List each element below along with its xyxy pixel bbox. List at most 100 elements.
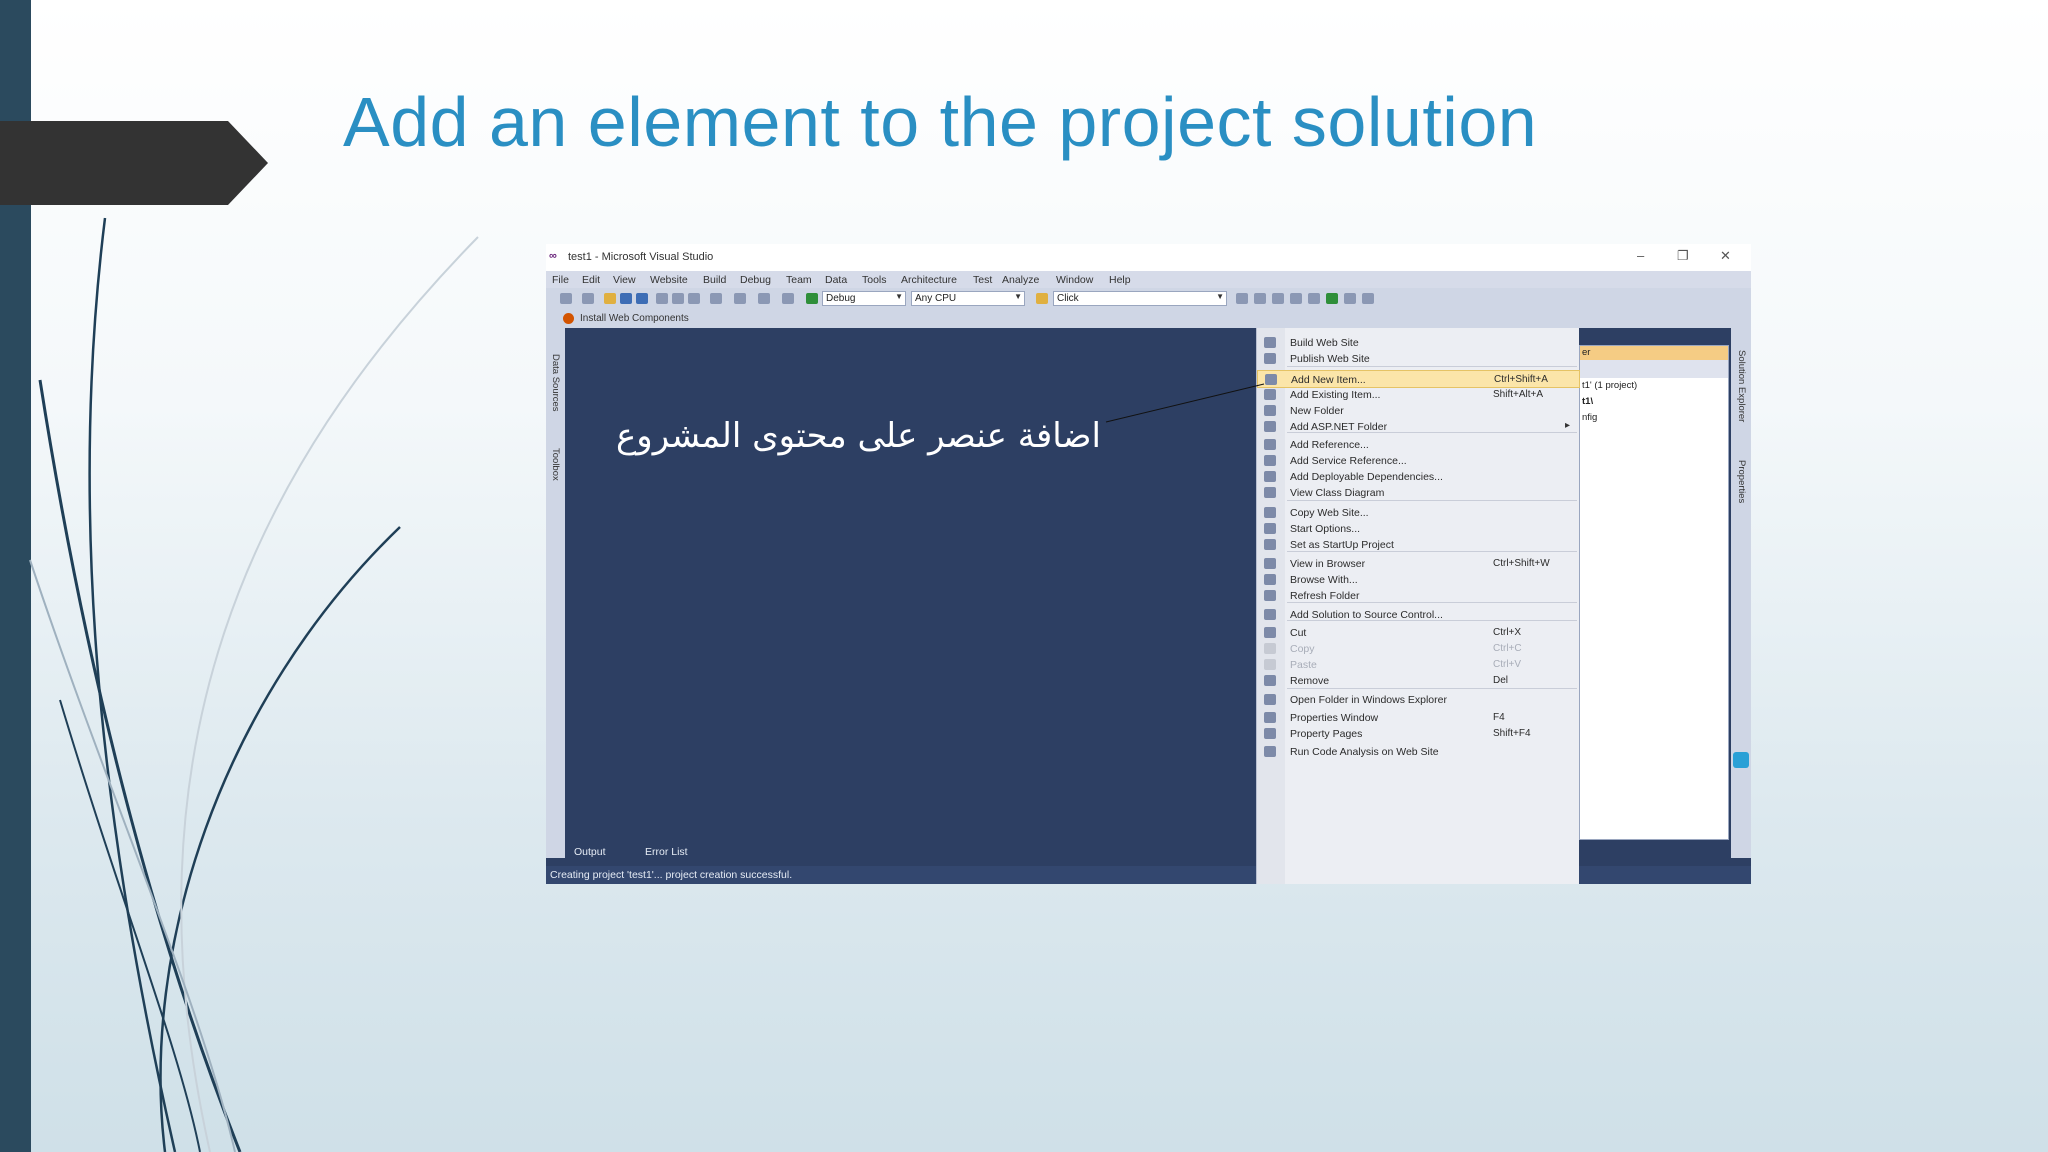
submenu-arrow-icon: ▸ bbox=[1565, 420, 1571, 431]
find-combo[interactable]: Click ▼ bbox=[1053, 291, 1227, 306]
context-menu-item[interactable]: Remove Del bbox=[1257, 672, 1580, 690]
context-menu-item[interactable]: Run Code Analysis on Web Site bbox=[1257, 743, 1580, 761]
menu-analyze[interactable]: Analyze bbox=[1002, 274, 1039, 286]
bottom-tool-tabs: Output Error List bbox=[546, 844, 1256, 864]
chevron-down-icon: ▼ bbox=[1216, 292, 1224, 301]
navigate-back-icon[interactable] bbox=[758, 293, 770, 304]
menu-team[interactable]: Team bbox=[786, 274, 812, 286]
new-project-icon[interactable] bbox=[560, 293, 572, 304]
floating-action-icon[interactable] bbox=[1733, 752, 1749, 768]
tool-icon-6[interactable] bbox=[1326, 293, 1338, 304]
restore-button[interactable]: ❐ bbox=[1677, 248, 1689, 264]
toolbox-tab[interactable]: Toolbox bbox=[550, 448, 561, 481]
menu-help[interactable]: Help bbox=[1109, 274, 1131, 286]
menu-edit[interactable]: Edit bbox=[582, 274, 600, 286]
install-web-components-button[interactable]: Install Web Components bbox=[580, 313, 689, 324]
tool-icon-2[interactable] bbox=[1254, 293, 1266, 304]
paste-icon[interactable] bbox=[688, 293, 700, 304]
asp-folder-icon bbox=[1264, 421, 1276, 432]
context-menu-item-label: Add Deployable Dependencies... bbox=[1290, 471, 1443, 483]
context-menu-item-label: Add Solution to Source Control... bbox=[1290, 609, 1443, 621]
menu-build[interactable]: Build bbox=[703, 274, 726, 286]
menu-view[interactable]: View bbox=[613, 274, 636, 286]
arabic-annotation: اضافة عنصر على محتوى المشروع bbox=[616, 416, 1101, 456]
data-sources-tab[interactable]: Data Sources bbox=[550, 354, 561, 412]
undo-icon[interactable] bbox=[710, 293, 722, 304]
navigate-forward-icon[interactable] bbox=[782, 293, 794, 304]
find-icon[interactable] bbox=[1036, 293, 1048, 304]
menu-debug[interactable]: Debug bbox=[740, 274, 771, 286]
menu-window[interactable]: Window bbox=[1056, 274, 1093, 286]
cut-icon[interactable] bbox=[656, 293, 668, 304]
context-menu-item[interactable]: Open Folder in Windows Explorer bbox=[1257, 691, 1580, 709]
tool-icon-1[interactable] bbox=[1236, 293, 1248, 304]
context-menu-item[interactable]: View Class Diagram bbox=[1257, 484, 1580, 502]
right-tool-strip: Solution Explorer Properties bbox=[1731, 328, 1751, 858]
copy-icon[interactable] bbox=[672, 293, 684, 304]
context-menu-item[interactable]: Add ASP.NET Folder ▸ bbox=[1257, 418, 1580, 436]
copy-website-icon bbox=[1264, 507, 1276, 518]
tool-icon-7[interactable] bbox=[1344, 293, 1356, 304]
menu-data[interactable]: Data bbox=[825, 274, 847, 286]
copy-icon bbox=[1264, 643, 1276, 654]
context-menu-item-label: Add New Item... bbox=[1291, 374, 1366, 386]
platform-combo[interactable]: Any CPU ▼ bbox=[911, 291, 1025, 306]
output-tab[interactable]: Output bbox=[574, 846, 606, 858]
context-menu-shortcut: Shift+F4 bbox=[1493, 728, 1531, 739]
solution-node[interactable]: t1' (1 project) bbox=[1582, 380, 1637, 391]
service-reference-icon bbox=[1264, 455, 1276, 466]
minimize-button[interactable]: – bbox=[1637, 248, 1644, 263]
open-folder-icon bbox=[1264, 694, 1276, 705]
context-menu-shortcut: Shift+Alt+A bbox=[1493, 389, 1544, 400]
save-all-icon[interactable] bbox=[636, 293, 648, 304]
chevron-down-icon: ▼ bbox=[1014, 292, 1022, 301]
add-item-icon[interactable] bbox=[582, 293, 594, 304]
context-menu-item[interactable]: Property Pages Shift+F4 bbox=[1257, 725, 1580, 743]
close-button[interactable]: ✕ bbox=[1720, 248, 1731, 264]
save-icon[interactable] bbox=[620, 293, 632, 304]
solution-explorer-tab[interactable]: Solution Explorer bbox=[1736, 350, 1747, 422]
tool-icon-4[interactable] bbox=[1290, 293, 1302, 304]
error-list-tab[interactable]: Error List bbox=[645, 846, 688, 858]
vs-titlebar: ∞ test1 - Microsoft Visual Studio – ❐ ✕ bbox=[546, 244, 1751, 271]
context-menu-item-label: Refresh Folder bbox=[1290, 590, 1360, 602]
properties-window-icon bbox=[1264, 712, 1276, 723]
menu-architecture[interactable]: Architecture bbox=[901, 274, 957, 286]
install-components-icon bbox=[563, 313, 574, 324]
properties-tab[interactable]: Properties bbox=[1736, 460, 1747, 503]
startup-project-icon bbox=[1264, 539, 1276, 550]
visual-studio-screenshot: ∞ test1 - Microsoft Visual Studio – ❐ ✕ … bbox=[546, 244, 1751, 884]
context-menu-item[interactable]: Refresh Folder bbox=[1257, 587, 1580, 605]
menu-website[interactable]: Website bbox=[650, 274, 688, 286]
tool-icon-5[interactable] bbox=[1308, 293, 1320, 304]
menu-test[interactable]: Test bbox=[973, 274, 992, 286]
context-menu-item[interactable]: Publish Web Site bbox=[1257, 350, 1580, 368]
config-combo-value: Debug bbox=[826, 293, 856, 304]
solution-explorer-title: er bbox=[1582, 347, 1591, 358]
find-combo-value: Click bbox=[1057, 293, 1079, 304]
redo-icon[interactable] bbox=[734, 293, 746, 304]
open-folder-icon[interactable] bbox=[604, 293, 616, 304]
code-analysis-icon bbox=[1264, 746, 1276, 757]
context-menu: Build Web Site Publish Web Site Add New It… bbox=[1256, 328, 1580, 884]
context-menu-item[interactable]: Set as StartUp Project bbox=[1257, 536, 1580, 554]
context-menu-item-label: Publish Web Site bbox=[1290, 353, 1370, 365]
context-menu-item-label: Remove bbox=[1290, 675, 1330, 687]
menu-tools[interactable]: Tools bbox=[862, 274, 887, 286]
context-menu-item-label: Properties Window bbox=[1290, 712, 1379, 724]
context-menu-item-label: Build Web Site bbox=[1290, 337, 1359, 349]
slide-arrow-tab bbox=[0, 121, 268, 205]
refresh-icon bbox=[1264, 590, 1276, 601]
context-menu-shortcut: F4 bbox=[1493, 712, 1505, 723]
context-menu-item[interactable]: Add Solution to Source Control... bbox=[1257, 606, 1580, 624]
start-debug-icon[interactable] bbox=[806, 293, 818, 304]
config-combo[interactable]: Debug ▼ bbox=[822, 291, 906, 306]
menu-file[interactable]: File bbox=[552, 274, 569, 286]
config-node[interactable]: nfig bbox=[1582, 412, 1597, 423]
tool-icon-8[interactable] bbox=[1362, 293, 1374, 304]
add-existing-item-icon bbox=[1264, 389, 1276, 400]
tool-icon-3[interactable] bbox=[1272, 293, 1284, 304]
project-node[interactable]: t1\ bbox=[1582, 396, 1593, 407]
view-in-browser-icon bbox=[1264, 558, 1276, 569]
remove-icon bbox=[1264, 675, 1276, 686]
